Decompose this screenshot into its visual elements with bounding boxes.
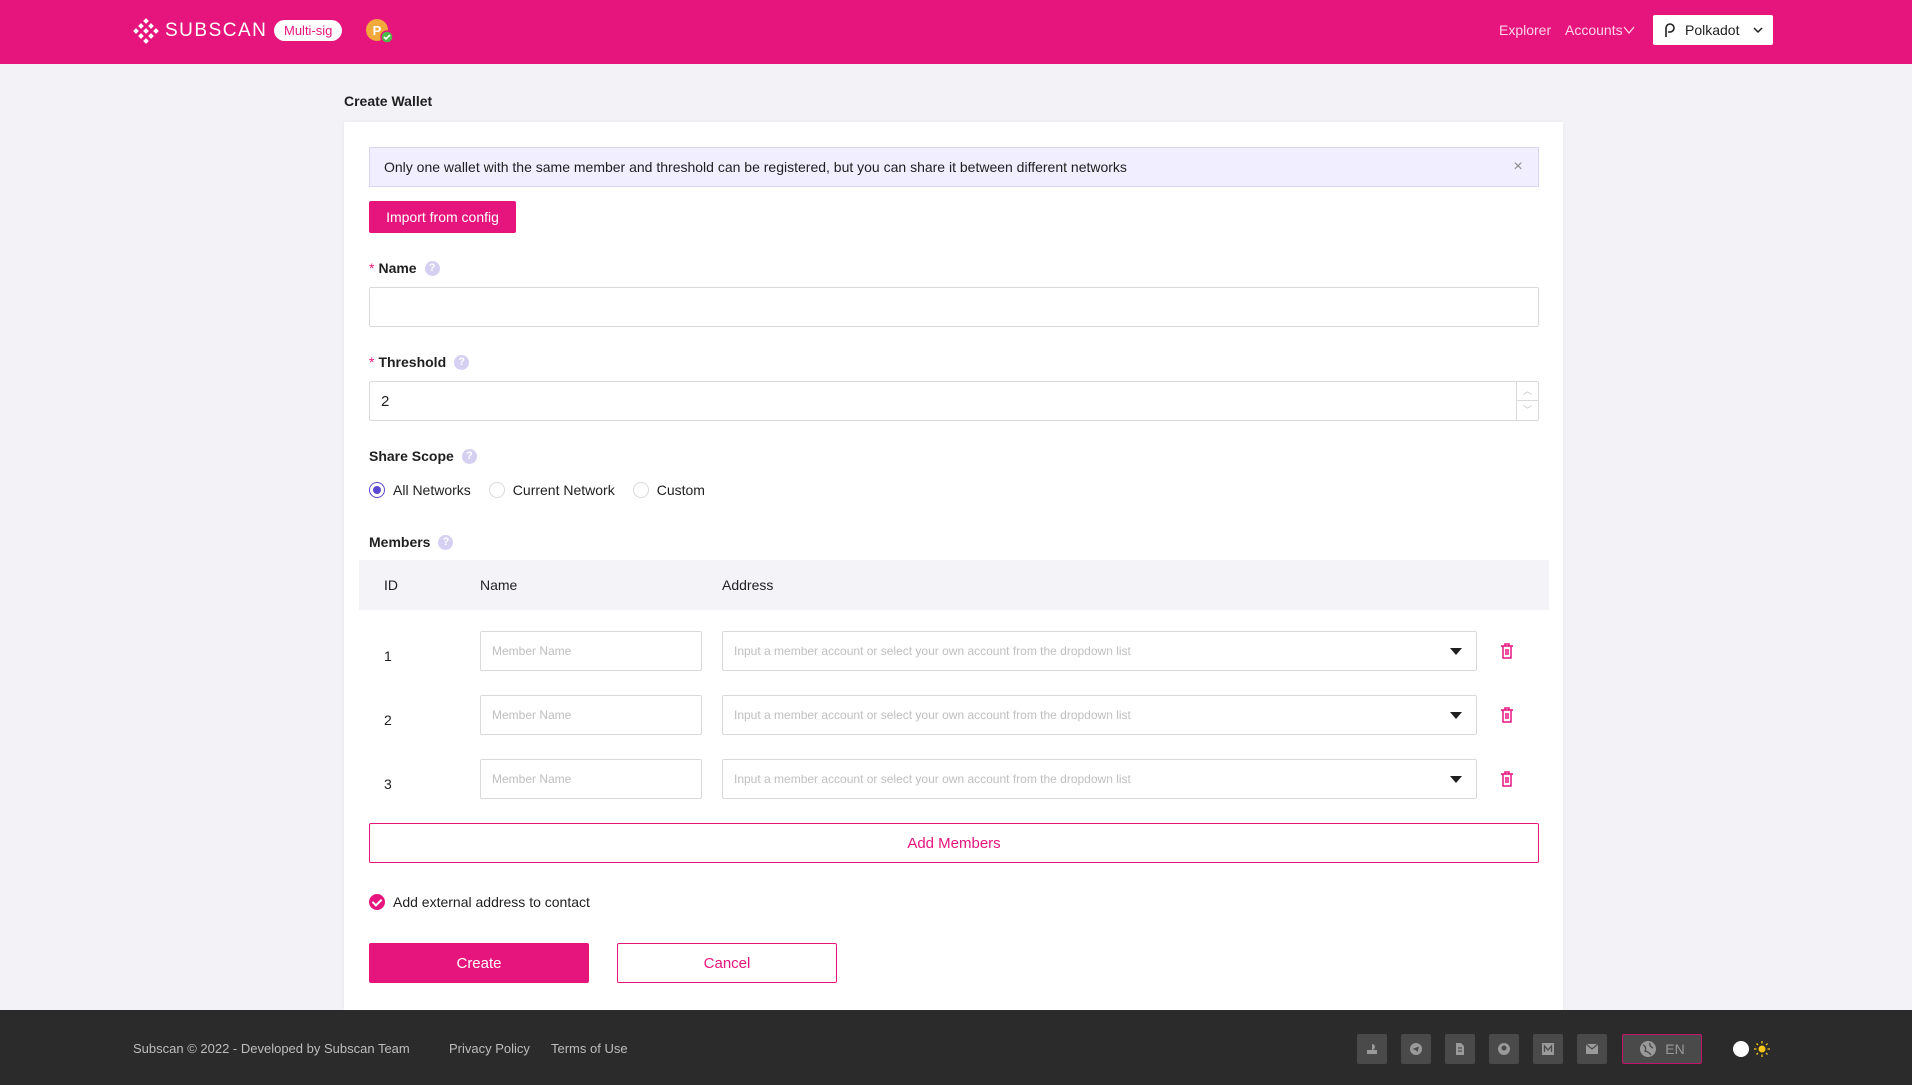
theme-toggle[interactable] (1732, 1038, 1772, 1060)
name-input[interactable] (369, 287, 1539, 327)
close-icon[interactable]: × (1510, 159, 1526, 175)
threshold-input[interactable]: 2 ︿ ﹀ (369, 381, 1539, 421)
name-label-text: Name (378, 260, 417, 276)
member-address-select[interactable]: Input a member account or select your ow… (722, 631, 1477, 671)
network-selector[interactable]: Polkadot (1653, 15, 1773, 45)
column-header-address: Address (722, 577, 774, 593)
member-id: 1 (384, 648, 392, 664)
address-placeholder: Input a member account or select your ow… (734, 772, 1131, 786)
dropdown-caret-icon[interactable] (1450, 776, 1462, 783)
help-icon[interactable]: ? (454, 354, 470, 370)
radio-custom[interactable]: Custom (632, 482, 705, 498)
share-scope-label-text: Share Scope (369, 448, 454, 464)
top-header: SUBSCAN Multi-sig P Explorer Accounts Po… (0, 0, 1912, 64)
member-id: 2 (384, 712, 392, 728)
page-title: Create Wallet (344, 93, 433, 109)
member-row: 1 Member Name Input a member account or … (359, 631, 1549, 695)
checkbox-checked[interactable] (369, 894, 385, 910)
member-name-input[interactable]: Member Name (480, 759, 702, 799)
telegram-icon[interactable] (1401, 1034, 1431, 1064)
delete-icon[interactable] (1499, 706, 1515, 724)
member-id: 3 (384, 776, 392, 792)
share-scope-label: Share Scope ? (369, 448, 477, 464)
radio-circle[interactable] (632, 482, 649, 498)
multisig-badge: Multi-sig (274, 20, 343, 41)
radio-current-network[interactable]: Current Network (488, 482, 615, 498)
email-icon[interactable] (1577, 1034, 1607, 1064)
nav-explorer[interactable]: Explorer (1499, 22, 1551, 38)
info-alert: Only one wallet with the same member and… (369, 147, 1539, 187)
language-selector[interactable]: EN (1622, 1034, 1702, 1064)
svg-text:P: P (373, 23, 382, 38)
required-marker: * (369, 260, 375, 276)
member-row: 3 Member Name Input a member account or … (359, 759, 1549, 823)
delete-icon[interactable] (1499, 642, 1515, 660)
terms-of-use-link[interactable]: Terms of Use (551, 1041, 628, 1056)
nav-accounts[interactable]: Accounts (1565, 22, 1635, 38)
threshold-value: 2 (381, 392, 390, 410)
github-icon[interactable] (1489, 1034, 1519, 1064)
add-contact-checkbox-row[interactable]: Add external address to contact (369, 894, 590, 910)
address-placeholder: Input a member account or select your ow… (734, 644, 1131, 658)
chevron-down-icon (1753, 27, 1763, 34)
help-icon[interactable]: ? (461, 448, 477, 464)
member-address-select[interactable]: Input a member account or select your ow… (722, 695, 1477, 735)
share-scope-radio-group: All Networks Current Network Custom (369, 482, 723, 498)
privacy-policy-link[interactable]: Privacy Policy (449, 1041, 530, 1056)
dropdown-caret-icon[interactable] (1450, 712, 1462, 719)
member-row: 2 Member Name Input a member account or … (359, 695, 1549, 759)
network-label: Polkadot (1685, 22, 1740, 38)
members-table-header: ID Name Address (359, 560, 1549, 610)
radio-label: Custom (656, 482, 705, 498)
subscan-logo-icon (133, 18, 159, 44)
members-label-text: Members (369, 534, 431, 550)
add-members-button[interactable]: Add Members (369, 823, 1539, 863)
delete-icon[interactable] (1499, 770, 1515, 788)
radio-circle-checked[interactable] (369, 482, 385, 498)
element-icon[interactable] (1445, 1034, 1475, 1064)
help-icon[interactable]: ? (438, 534, 454, 550)
alert-text: Only one wallet with the same member and… (384, 159, 1127, 175)
radio-all-networks[interactable]: All Networks (369, 482, 471, 498)
radio-circle[interactable] (488, 482, 505, 498)
radio-label: All Networks (393, 482, 471, 498)
member-name-input[interactable]: Member Name (480, 631, 702, 671)
threshold-label: * Threshold ? (369, 354, 470, 370)
checkbox-label: Add external address to contact (393, 894, 590, 910)
column-header-name: Name (480, 577, 518, 593)
create-button[interactable]: Create (369, 943, 589, 983)
language-label: EN (1665, 1041, 1685, 1057)
stepper-down-icon[interactable]: ﹀ (1517, 401, 1538, 420)
member-address-select[interactable]: Input a member account or select your ow… (722, 759, 1477, 799)
medium-icon[interactable] (1533, 1034, 1563, 1064)
import-config-button[interactable]: Import from config (369, 201, 516, 233)
dropdown-caret-icon[interactable] (1450, 648, 1462, 655)
members-label: Members ? (369, 534, 454, 550)
uservoice-icon[interactable] (1357, 1034, 1387, 1064)
required-marker: * (369, 354, 375, 370)
radio-label: Current Network (512, 482, 615, 498)
nav-accounts-label: Accounts (1565, 22, 1623, 38)
column-header-id: ID (384, 577, 398, 593)
polkadot-network-icon[interactable]: P (365, 18, 393, 44)
name-label: * Name ? (369, 260, 440, 276)
logo-text: SUBSCAN (165, 20, 268, 41)
threshold-stepper[interactable]: ︿ ﹀ (1516, 382, 1538, 420)
footer: Subscan © 2022 - Developed by Subscan Te… (0, 1010, 1912, 1085)
chevron-down-icon (1623, 26, 1635, 35)
stepper-up-icon[interactable]: ︿ (1517, 382, 1538, 401)
subscan-logo[interactable]: SUBSCAN (133, 16, 267, 46)
help-icon[interactable]: ? (424, 260, 440, 276)
cancel-button[interactable]: Cancel (617, 943, 837, 983)
polkadot-icon (1665, 23, 1675, 37)
footer-copyright: Subscan © 2022 - Developed by Subscan Te… (133, 1041, 410, 1056)
address-placeholder: Input a member account or select your ow… (734, 708, 1131, 722)
threshold-label-text: Threshold (378, 354, 447, 370)
globe-icon (1640, 1041, 1657, 1057)
member-name-input[interactable]: Member Name (480, 695, 702, 735)
